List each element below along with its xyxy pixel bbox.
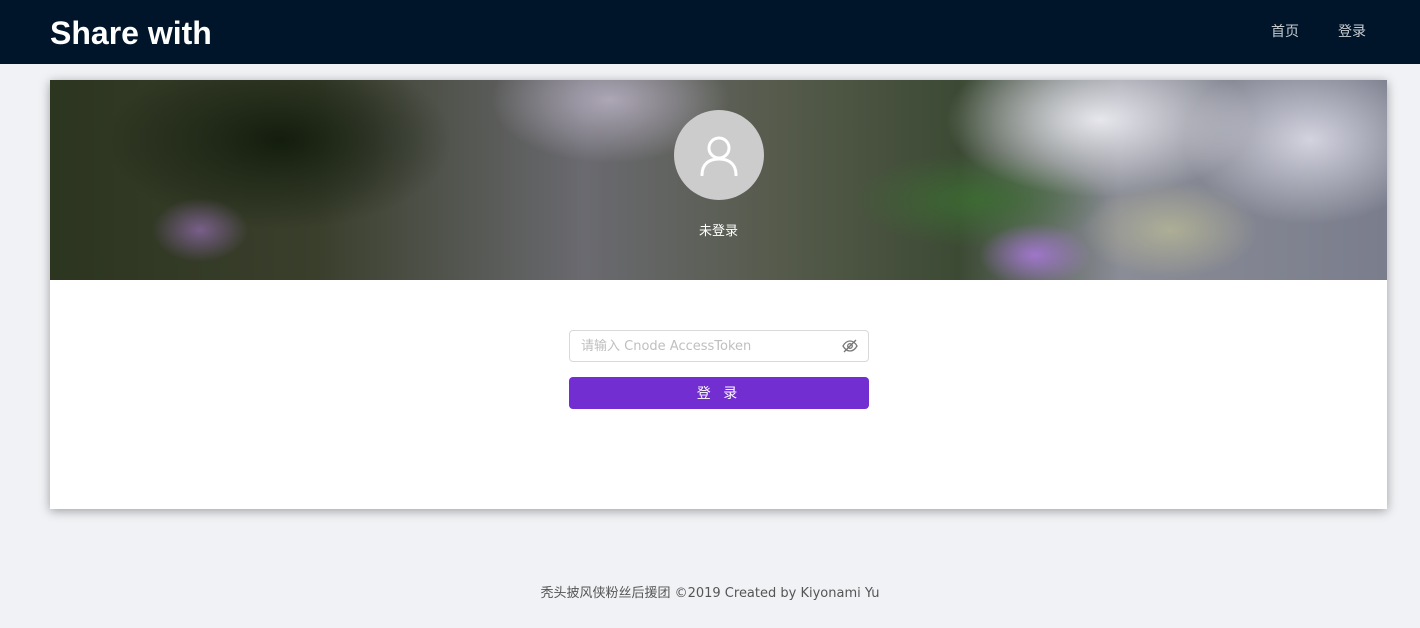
- login-button[interactable]: 登 录: [569, 377, 869, 409]
- brand-title[interactable]: Share with: [50, 14, 212, 52]
- token-input-wrapper: [569, 330, 869, 362]
- top-header: Share with 首页 登录: [0, 0, 1420, 64]
- eye-invisible-icon[interactable]: [842, 339, 858, 353]
- login-status-text: 未登录: [698, 224, 738, 239]
- access-token-input[interactable]: [570, 331, 840, 361]
- footer-text: 秃头披风侠粉丝后援团 ©2019 Created by Kiyonami Yu: [540, 586, 880, 601]
- avatar: [674, 110, 764, 200]
- nav-home-link[interactable]: 首页: [1271, 22, 1299, 42]
- login-card: 未登录 登 录: [50, 80, 1387, 509]
- user-icon: [700, 136, 738, 176]
- hero-banner: 未登录: [50, 80, 1387, 280]
- nav-login-link[interactable]: 登录: [1338, 22, 1366, 42]
